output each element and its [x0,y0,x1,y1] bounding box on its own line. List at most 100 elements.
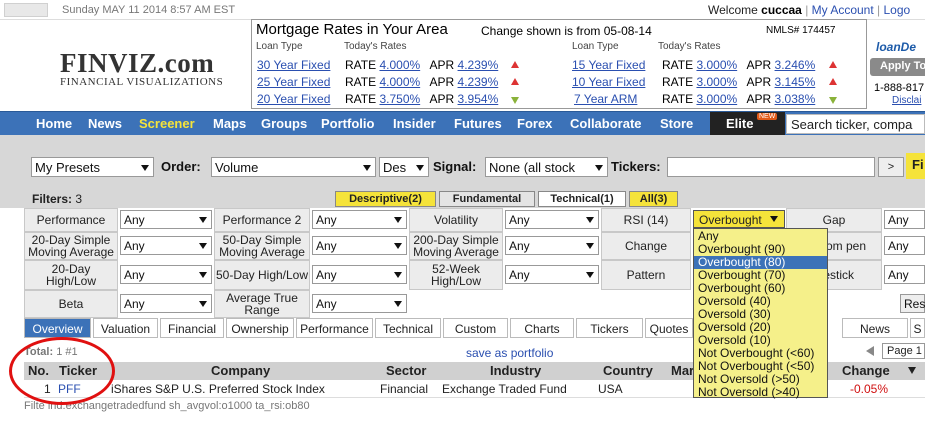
col-market-cap[interactable]: Mar [671,363,694,378]
col-country[interactable]: Country [603,363,653,378]
welcome-area: Welcome cuccaa | My Account | Logo [708,3,911,17]
arrow-up-icon [829,61,837,68]
signal-label: Signal: [433,159,477,174]
tab-all[interactable]: All(3) [629,191,678,207]
gap-select[interactable]: Any [884,210,925,229]
main-nav: Home News Screener Maps Groups Portfolio… [0,111,925,136]
tab-custom[interactable]: Custom [443,318,508,338]
col-change[interactable]: Change [842,363,890,378]
highlow20-select[interactable]: Any [120,265,212,284]
filter-label-20d-highlow: 20-Day High/Low [24,260,118,290]
nav-home[interactable]: Home [36,116,72,131]
tab-financial[interactable]: Financial [160,318,224,338]
tab-technical[interactable]: Technical(1) [538,191,626,207]
logout-link[interactable]: Logo [884,3,911,17]
candlestick-select[interactable]: Any [884,265,925,284]
tickers-go-button[interactable]: > [878,157,904,177]
nav-store[interactable]: Store [660,116,693,131]
filters-count: Filters: 3 [32,192,83,206]
performance-select[interactable]: Any [120,210,212,229]
cell-industry: Exchange Traded Fund [442,382,567,396]
tab-s[interactable]: S [910,318,925,338]
rate-link-20yr[interactable]: 20 Year Fixed [257,92,330,106]
highlow52-select[interactable]: Any [505,265,599,284]
my-account-link[interactable]: My Account [812,3,874,17]
ticker-search-input[interactable]: Search ticker, compa [786,114,925,134]
top-bar: Sunday MAY 11 2014 8:57 AM EST Welcome c… [0,0,925,20]
rsi-select[interactable]: Overbought [693,210,785,228]
atr-select[interactable]: Any [312,294,407,313]
new-badge: NEW [757,113,778,120]
page-select[interactable]: Page 1 [882,343,925,359]
nav-forex[interactable]: Forex [517,116,552,131]
rate-row-7yr-arm: RATE 3.000% APR 3.038% [662,92,816,106]
save-as-portfolio-link[interactable]: save as portfolio [466,346,553,360]
tab-quotes[interactable]: Quotes [645,318,693,338]
tab-overview[interactable]: Overview [24,318,91,338]
nav-collaborate[interactable]: Collaborate [570,116,642,131]
rates-nmls: NMLS# 174457 [766,25,836,36]
presets-select[interactable]: My Presets [31,157,154,177]
find-button[interactable]: Fi [906,153,925,179]
logo-sub-text: FINANCIAL VISUALIZATIONS [60,76,224,88]
volatility-select[interactable]: Any [505,210,599,229]
col-sector[interactable]: Sector [386,363,426,378]
tab-performance[interactable]: Performance [296,318,373,338]
tickers-input[interactable] [667,157,875,177]
arrow-up-icon [511,61,519,68]
tab-technical-view[interactable]: Technical [375,318,441,338]
tab-fundamental[interactable]: Fundamental [439,191,535,207]
reset-button[interactable]: Res [900,294,925,313]
change-open-select[interactable]: Any [884,236,925,255]
nav-groups[interactable]: Groups [261,116,307,131]
arrow-up-icon [511,78,519,85]
nav-portfolio[interactable]: Portfolio [321,116,374,131]
filter-label-rsi: RSI (14) [601,208,691,232]
screener-controls: My Presets Order: Volume Des Signal: Non… [0,135,925,190]
nav-news[interactable]: News [88,116,122,131]
sort-desc-icon[interactable] [908,367,916,374]
direction-select[interactable]: Des [379,157,429,177]
apply-button[interactable]: Apply To [870,58,925,76]
nav-insider[interactable]: Insider [393,116,436,131]
nav-maps[interactable]: Maps [213,116,246,131]
rate-link-30yr[interactable]: 30 Year Fixed [257,58,330,72]
col-industry[interactable]: Industry [490,363,541,378]
nav-futures[interactable]: Futures [454,116,502,131]
loan-ad[interactable]: loanDe Apply To 1-888-817 Disclai [868,38,925,110]
tab-descriptive[interactable]: Descriptive(2) [335,191,436,207]
sma50-select[interactable]: Any [312,236,407,255]
prev-page-icon[interactable] [866,346,874,356]
chevron-down-icon [394,243,402,249]
tab-news[interactable]: News [842,318,908,338]
rate-link-10yr[interactable]: 10 Year Fixed [572,75,645,89]
filter-label-change: Change [601,232,691,260]
nav-screener[interactable]: Screener [139,116,195,131]
signal-select[interactable]: None (all stock [485,157,608,177]
finviz-logo[interactable]: FINVIZ.com FINANCIAL VISUALIZATIONS [60,48,223,88]
sma200-select[interactable]: Any [505,236,599,255]
page-indicator[interactable]: Page 1 [866,343,925,360]
rsi-option[interactable]: Not Oversold (>40) [698,386,800,399]
chevron-down-icon [141,165,149,171]
beta-select[interactable]: Any [120,294,212,313]
chevron-down-icon [416,165,424,171]
col-company[interactable]: Company [211,363,270,378]
rate-link-15yr[interactable]: 15 Year Fixed [572,58,645,72]
cell-sector: Financial [380,382,429,396]
nav-elite[interactable]: Elite NEW [710,112,785,136]
performance-2-select[interactable]: Any [312,210,407,229]
tab-charts[interactable]: Charts [510,318,574,338]
sma20-select[interactable]: Any [120,236,212,255]
chevron-down-icon [394,272,402,278]
order-select[interactable]: Volume [211,157,376,177]
tab-valuation[interactable]: Valuation [93,318,158,338]
highlow50-select[interactable]: Any [312,265,407,284]
tab-tickers[interactable]: Tickers [576,318,643,338]
filters-bar: Filters: 3 Descriptive(2) Fundamental Te… [0,190,925,208]
tab-ownership[interactable]: Ownership [226,318,294,338]
rate-link-7yr-arm[interactable]: 7 Year ARM [574,92,637,106]
order-label: Order: [161,159,201,174]
rate-link-25yr[interactable]: 25 Year Fixed [257,75,330,89]
ad-disclaimer-link[interactable]: Disclai [892,95,921,106]
